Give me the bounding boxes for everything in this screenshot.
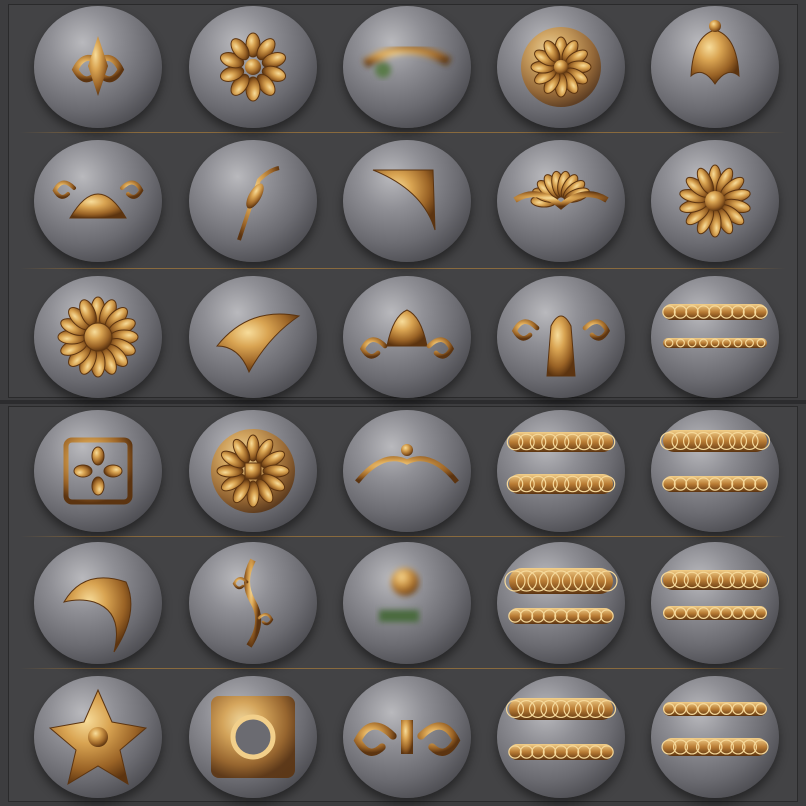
brush-sphere-13[interactable] [343, 276, 471, 398]
brush-sphere-20[interactable] [651, 410, 779, 532]
corner-bracket-icon [372, 169, 436, 231]
brush-sphere-7[interactable] [189, 140, 317, 262]
ivy-band-icon [661, 702, 769, 756]
leaf-stem-icon [237, 166, 280, 241]
brush-sphere-9[interactable] [497, 140, 625, 262]
fleur-crest-icon [511, 315, 611, 377]
brush-sphere-16[interactable] [34, 410, 162, 532]
scroll-band-icon [660, 570, 770, 620]
double-band-trim-icon [659, 430, 771, 492]
brush-sphere-14[interactable] [497, 276, 625, 398]
fan-crest-icon [513, 170, 609, 210]
row-divider [20, 668, 786, 669]
brush-sphere-25[interactable] [651, 542, 779, 664]
brush-sphere-28[interactable] [343, 676, 471, 798]
brush-sphere-8[interactable] [343, 140, 471, 262]
butterfly-scroll-icon [353, 720, 461, 756]
brush-sphere-6[interactable] [34, 140, 162, 262]
floral-band-icon [505, 698, 617, 760]
blurred-crest-icon [379, 568, 419, 622]
row-divider [20, 132, 786, 133]
lace-band-icon [504, 568, 618, 624]
curl-leaf-icon [62, 577, 132, 653]
brush-sphere-15[interactable] [651, 276, 779, 398]
shell-scroll-icon [52, 180, 144, 219]
brush-sphere-12[interactable] [189, 276, 317, 398]
round-medallion-icon [679, 164, 751, 238]
brush-sphere-30[interactable] [651, 676, 779, 798]
brush-sphere-2[interactable] [189, 6, 317, 128]
square-scroll-icon [63, 437, 133, 505]
sun-medallion-icon [211, 429, 295, 513]
brush-sphere-26[interactable] [34, 676, 162, 798]
brush-sphere-1[interactable] [34, 6, 162, 128]
brush-sphere-29[interactable] [497, 676, 625, 798]
panel-divider [0, 400, 806, 404]
curled-leaf-icon [215, 313, 301, 374]
brush-sphere-18[interactable] [343, 410, 471, 532]
row-divider [20, 536, 786, 537]
brush-sphere-10[interactable] [651, 140, 779, 262]
bell-crest-icon [690, 20, 740, 85]
brush-sphere-23[interactable] [343, 542, 471, 664]
swag-garland-icon [355, 444, 459, 484]
brush-sphere-3[interactable] [343, 6, 471, 128]
brush-sphere-11[interactable] [34, 276, 162, 398]
brush-sphere-19[interactable] [497, 410, 625, 532]
blurred-vine-icon [362, 45, 452, 78]
vertical-scroll-icon [232, 558, 274, 648]
brush-sphere-24[interactable] [497, 542, 625, 664]
wide-band-trim-icon [506, 432, 616, 494]
brush-sphere-4[interactable] [497, 6, 625, 128]
daisy-medallion-icon [521, 27, 601, 107]
tulip-crest-icon [359, 309, 455, 359]
band-trim-icon [662, 304, 768, 348]
brush-sphere-17[interactable] [189, 410, 317, 532]
sunflower-rosette-icon [57, 296, 139, 378]
acanthus-scroll-icon [71, 36, 125, 96]
brush-sphere-22[interactable] [189, 542, 317, 664]
square-frame-icon [211, 696, 295, 778]
star-flower-icon [48, 688, 148, 786]
brush-sphere-21[interactable] [34, 542, 162, 664]
brush-sphere-5[interactable] [651, 6, 779, 128]
brush-sphere-27[interactable] [189, 676, 317, 798]
carved-rosette-icon [219, 32, 287, 102]
row-divider [20, 268, 786, 269]
